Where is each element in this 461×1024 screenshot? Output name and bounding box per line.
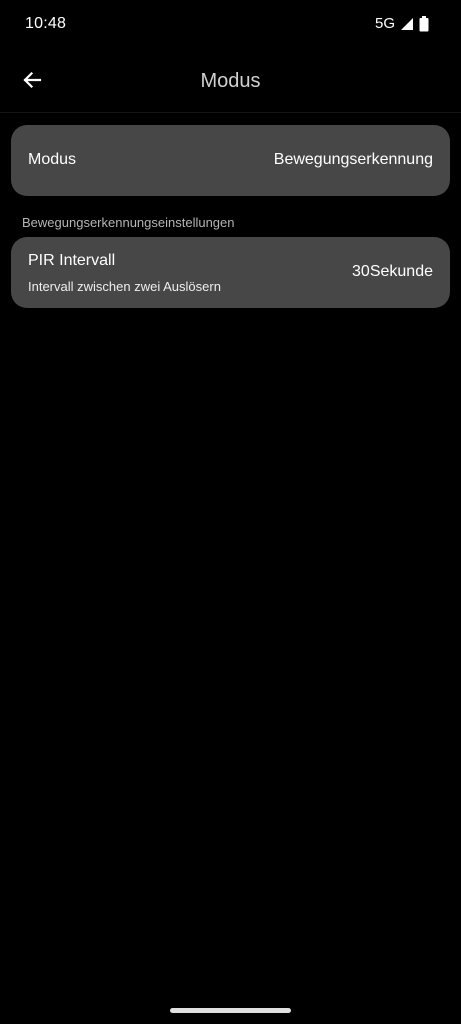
home-indicator[interactable]: [170, 1008, 291, 1013]
mode-setting-row[interactable]: Modus Bewegungserkennung: [11, 125, 450, 196]
battery-icon: [419, 15, 429, 32]
app-bar: Modus: [0, 52, 461, 113]
status-time: 10:48: [25, 15, 67, 32]
status-bar: 10:48 5G: [0, 0, 461, 50]
signal-icon: [400, 17, 414, 31]
section-header-motion-settings: Bewegungserkennungseinstellungen: [22, 215, 235, 230]
page-title: Modus: [200, 70, 261, 92]
pir-interval-value: 30Sekunde: [352, 263, 433, 280]
network-type: 5G: [374, 15, 395, 32]
pir-interval-setting-row[interactable]: PIR Intervall Intervall zwischen zwei Au…: [11, 237, 450, 308]
pir-interval-subtitle: Intervall zwischen zwei Auslösern: [28, 279, 221, 294]
mode-value: Bewegungserkennung: [273, 151, 433, 168]
pir-interval-label: PIR Intervall: [28, 252, 116, 269]
status-icons: 5G: [375, 15, 429, 32]
mode-label: Modus: [28, 151, 77, 168]
